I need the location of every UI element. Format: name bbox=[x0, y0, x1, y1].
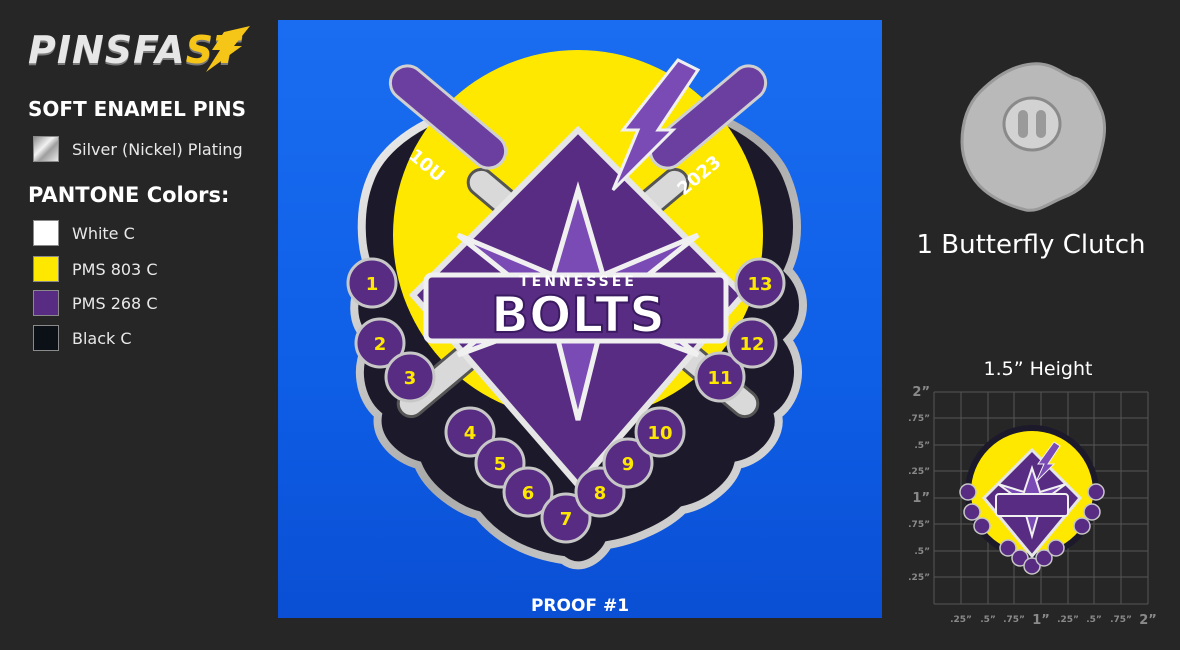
pin-number: 4 bbox=[464, 423, 477, 444]
color-swatch-yellow bbox=[33, 256, 59, 282]
y-tick: .25” bbox=[908, 573, 930, 583]
color-label: PMS 268 C bbox=[72, 293, 158, 313]
y-tick: 2” bbox=[912, 385, 930, 400]
color-swatch-white bbox=[33, 220, 59, 246]
color-swatch-purple bbox=[33, 290, 59, 316]
pin-number: 2 bbox=[374, 334, 387, 355]
color-row-yellow: PMS 803 C bbox=[33, 256, 158, 282]
color-row-purple: PMS 268 C bbox=[33, 290, 158, 316]
proof-panel: TENNESSEE BOLTS 10U 2023 1 2 3 4 5 6 7 8… bbox=[278, 20, 882, 618]
pin-back-clutch-image bbox=[960, 62, 1106, 212]
size-guide-grid: 2” .75” .5” .25” 1” .75” .5” .25” .25” .… bbox=[908, 385, 1157, 628]
y-tick: .25” bbox=[908, 467, 930, 477]
pinsfast-logo: PINSFAST bbox=[28, 26, 250, 74]
color-row-white: White C bbox=[33, 220, 135, 246]
pin-number: 12 bbox=[739, 334, 764, 355]
pin-number: 11 bbox=[707, 368, 732, 389]
color-swatch-black bbox=[33, 325, 59, 351]
pin-number: 3 bbox=[404, 368, 417, 389]
pin-number: 1 bbox=[366, 274, 379, 295]
height-label: 1.5” Height bbox=[983, 358, 1093, 380]
color-label: White C bbox=[72, 223, 135, 243]
y-tick: .75” bbox=[908, 414, 930, 424]
pin-number: 7 bbox=[560, 509, 573, 530]
x-tick: .25” bbox=[950, 615, 972, 625]
pin-artwork: TENNESSEE BOLTS 10U 2023 1 2 3 4 5 6 7 8… bbox=[346, 50, 807, 570]
x-tick: .75” bbox=[1003, 615, 1025, 625]
clutch-label: 1 Butterfly Clutch bbox=[916, 230, 1146, 260]
x-tick: .5” bbox=[980, 615, 996, 625]
product-heading: SOFT ENAMEL PINS bbox=[28, 97, 247, 121]
x-tick: 2” bbox=[1139, 613, 1157, 628]
x-tick: .25” bbox=[1057, 615, 1079, 625]
lightning-accent-icon bbox=[206, 26, 250, 72]
color-row-black: Black C bbox=[33, 325, 132, 351]
color-label: PMS 803 C bbox=[72, 259, 158, 279]
pin-main-text: BOLTS bbox=[491, 286, 665, 344]
pin-number: 6 bbox=[522, 483, 535, 504]
y-tick: .75” bbox=[908, 520, 930, 530]
pin-number: 13 bbox=[747, 274, 772, 295]
x-tick: .75” bbox=[1110, 615, 1132, 625]
x-tick: 1” bbox=[1032, 613, 1050, 628]
proof-label: PROOF #1 bbox=[530, 596, 630, 616]
pin-number: 5 bbox=[494, 454, 507, 475]
pin-number: 8 bbox=[594, 483, 607, 504]
plating-swatch bbox=[33, 136, 59, 162]
color-label: Black C bbox=[72, 328, 132, 348]
y-tick: 1” bbox=[912, 491, 930, 506]
pin-number: 9 bbox=[622, 454, 635, 475]
pin-number: 10 bbox=[647, 423, 672, 444]
pantone-heading: PANTONE Colors: bbox=[28, 183, 230, 207]
x-tick: .5” bbox=[1086, 615, 1102, 625]
pin-size-preview bbox=[959, 425, 1105, 575]
plating-label: Silver (Nickel) Plating bbox=[72, 139, 243, 159]
plating-row: Silver (Nickel) Plating bbox=[33, 136, 243, 162]
y-tick: .5” bbox=[914, 441, 930, 451]
y-tick: .5” bbox=[914, 547, 930, 557]
